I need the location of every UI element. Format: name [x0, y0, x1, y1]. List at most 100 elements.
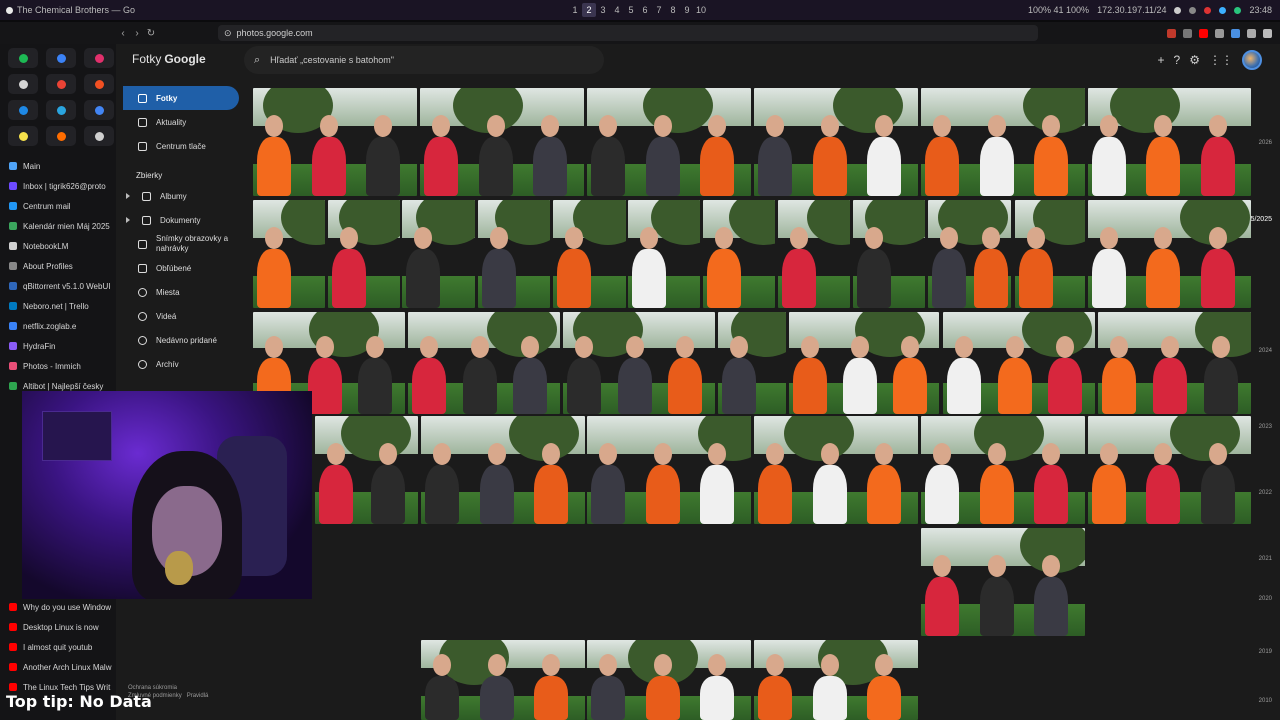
workspace-7[interactable]: 7: [652, 3, 666, 17]
timeline-year[interactable]: 2023: [1259, 424, 1272, 430]
photo-thumbnail[interactable]: [754, 640, 918, 720]
pinned-tab[interactable]: [8, 74, 38, 94]
photo-thumbnail[interactable]: [587, 416, 751, 524]
url-text[interactable]: photos.google.com: [237, 28, 313, 38]
photo-thumbnail[interactable]: [421, 416, 585, 524]
pinned-tab[interactable]: [8, 126, 38, 146]
photo-thumbnail[interactable]: [587, 640, 751, 720]
nav-item-photos[interactable]: Fotky: [123, 86, 239, 110]
workspace-5[interactable]: 5: [624, 3, 638, 17]
workspace-10[interactable]: 10: [694, 3, 708, 17]
photo-thumbnail[interactable]: [1098, 312, 1251, 414]
browser-tab[interactable]: HydraFin: [0, 336, 116, 356]
browser-tab[interactable]: Kalendár mien Máj 2025: [0, 216, 116, 236]
photo-thumbnail[interactable]: [943, 312, 1095, 414]
photo-thumbnail[interactable]: [928, 200, 1011, 308]
pinned-tab[interactable]: [46, 100, 76, 120]
workspace-switcher[interactable]: 1 2 3 4 5 6 7 8 9 10: [568, 3, 708, 17]
timeline-year[interactable]: 2024: [1259, 348, 1272, 354]
photo-thumbnail[interactable]: [921, 528, 1085, 636]
browser-tab[interactable]: About Profiles: [0, 256, 116, 276]
back-icon[interactable]: ‹: [116, 28, 130, 39]
bluetooth-icon[interactable]: [1189, 6, 1197, 14]
workspace-8[interactable]: 8: [666, 3, 680, 17]
timeline-scrubber[interactable]: 5/2025 2026 2024 2023 2022 2021 2020 2019 2010: [1246, 74, 1280, 720]
url-bar[interactable]: ⊙ photos.google.com: [218, 25, 1038, 41]
site-info-icon[interactable]: ⊙: [224, 28, 232, 39]
photo-thumbnail[interactable]: [853, 200, 925, 308]
photo-thumbnail[interactable]: [587, 88, 751, 196]
photo-thumbnail[interactable]: [754, 88, 918, 196]
workspace-4[interactable]: 4: [610, 3, 624, 17]
timeline-year[interactable]: 2020: [1259, 596, 1272, 602]
notification-icon[interactable]: [1219, 6, 1227, 14]
record-icon[interactable]: [1204, 6, 1212, 14]
collection-item-screenshot[interactable]: Snímky obrazovky a nahrávky: [116, 232, 248, 256]
collection-item-video[interactable]: Videá: [116, 304, 248, 328]
timeline-year[interactable]: 2010: [1259, 698, 1272, 704]
pinned-tab[interactable]: [84, 48, 114, 68]
collection-item-place[interactable]: Miesta: [116, 280, 248, 304]
photo-thumbnail[interactable]: [703, 200, 775, 308]
photos-logo[interactable]: Fotky Google: [132, 52, 206, 66]
pinned-tab[interactable]: [8, 100, 38, 120]
pinned-tab[interactable]: [46, 126, 76, 146]
photo-thumbnail[interactable]: [315, 416, 418, 524]
photo-thumbnail[interactable]: [408, 312, 560, 414]
photo-thumbnail[interactable]: [253, 200, 325, 308]
workspace-1[interactable]: 1: [568, 3, 582, 17]
photo-thumbnail[interactable]: [553, 200, 626, 308]
timeline-year[interactable]: 2019: [1259, 649, 1272, 655]
photo-thumbnail[interactable]: [778, 200, 850, 308]
nav-item-print[interactable]: Centrum tlače: [116, 134, 248, 158]
browser-tab[interactable]: netflix.zoglab.e: [0, 316, 116, 336]
browser-tab[interactable]: Main: [0, 156, 116, 176]
extension-icon[interactable]: [1167, 28, 1176, 38]
timeline-year[interactable]: 2022: [1259, 490, 1272, 496]
photo-thumbnail[interactable]: [1088, 200, 1251, 308]
pinned-tab[interactable]: [84, 100, 114, 120]
photo-thumbnail[interactable]: [420, 88, 584, 196]
browser-tab[interactable]: Why do you use Window: [0, 597, 116, 617]
privacy-link[interactable]: Ochrana súkromia: [128, 684, 208, 692]
tray-app-icon[interactable]: [1234, 6, 1242, 14]
photo-thumbnail[interactable]: [921, 88, 1085, 196]
menu-icon[interactable]: [1263, 28, 1272, 38]
workspace-9[interactable]: 9: [680, 3, 694, 17]
photo-thumbnail[interactable]: [402, 200, 475, 308]
timeline-year[interactable]: 2026: [1259, 140, 1272, 146]
collection-item-album[interactable]: Albumy: [116, 184, 248, 208]
browser-tab[interactable]: NotebookLM: [0, 236, 116, 256]
photo-thumbnail[interactable]: [754, 416, 918, 524]
collection-item-archive[interactable]: Archív: [116, 352, 248, 376]
search-bar[interactable]: ⌕ Hľadať „cestovanie s batohom": [244, 46, 604, 74]
photo-thumbnail[interactable]: [921, 416, 1085, 524]
extension-icon[interactable]: [1247, 28, 1256, 38]
add-icon[interactable]: +: [1158, 53, 1165, 67]
photo-thumbnail[interactable]: [718, 312, 786, 414]
photo-thumbnail[interactable]: [1015, 200, 1085, 308]
pinned-tab[interactable]: [46, 48, 76, 68]
browser-tab[interactable]: Another Arch Linux Malw: [0, 657, 116, 677]
photo-thumbnail[interactable]: [628, 200, 700, 308]
collection-item-star[interactable]: Obľúbené: [116, 256, 248, 280]
forward-icon[interactable]: ›: [130, 28, 144, 39]
pinned-tab[interactable]: [46, 74, 76, 94]
extension-icon[interactable]: [1183, 28, 1192, 38]
workspace-3[interactable]: 3: [596, 3, 610, 17]
browser-tab[interactable]: qBittorrent v5.1.0 WebUI: [0, 276, 116, 296]
collection-item-document[interactable]: Dokumenty: [116, 208, 248, 232]
photo-thumbnail[interactable]: [253, 88, 417, 196]
browser-tab[interactable]: Desktop Linux is now: [0, 617, 116, 637]
photo-thumbnail[interactable]: [328, 200, 400, 308]
browser-tab[interactable]: Inbox | tigrik626@proto: [0, 176, 116, 196]
photo-thumbnail[interactable]: [1088, 88, 1251, 196]
pinned-tab[interactable]: [84, 126, 114, 146]
volume-icon[interactable]: [1174, 6, 1182, 14]
nav-item-updates[interactable]: Aktuality: [116, 110, 248, 134]
apps-grid-icon[interactable]: ⋮⋮: [1209, 53, 1233, 67]
browser-tab[interactable]: I almost quit youtub: [0, 637, 116, 657]
photo-thumbnail[interactable]: [478, 200, 550, 308]
extension-icon[interactable]: [1199, 28, 1208, 38]
search-icon[interactable]: ⌕: [254, 54, 260, 67]
